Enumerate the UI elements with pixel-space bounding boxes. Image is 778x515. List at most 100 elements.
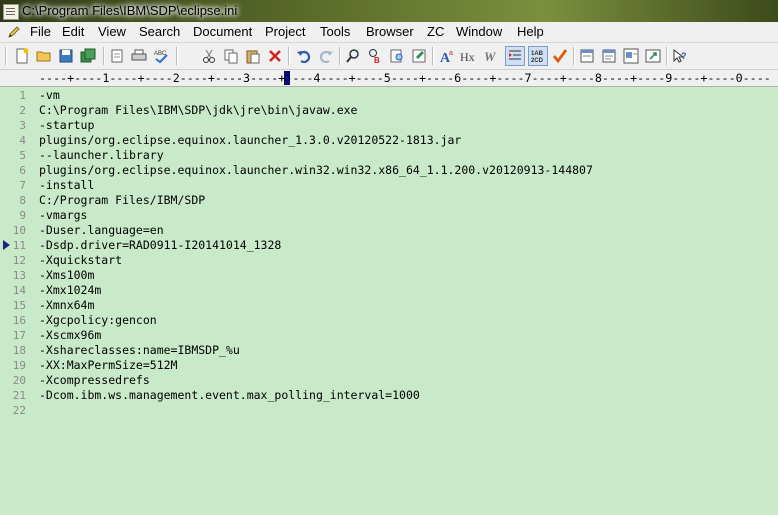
menu-zc[interactable]: ZC (427, 24, 444, 39)
svg-text:1AB: 1AB (531, 51, 544, 57)
line-number: 19 (12, 359, 26, 372)
window-icon[interactable] (578, 47, 596, 65)
line-number: 4 (19, 134, 26, 147)
editor-line[interactable]: -XX:MaxPermSize=512M (39, 358, 177, 373)
current-line-marker-icon (3, 240, 10, 250)
toolbar-separator (432, 47, 434, 65)
find-icon[interactable] (344, 47, 362, 65)
toolbar-separator (5, 47, 7, 65)
line-number: 15 (12, 299, 26, 312)
paste-icon[interactable] (244, 47, 262, 65)
editor-line[interactable]: --launcher.library (39, 148, 164, 163)
sort-icon[interactable]: 1AB 2CD (528, 46, 548, 66)
line-number: 1 (19, 89, 26, 102)
clear-icon[interactable] (410, 47, 428, 65)
print-icon[interactable] (130, 47, 148, 65)
font-icon[interactable]: Aa (438, 47, 456, 65)
menu-browser[interactable]: Browser (366, 24, 414, 39)
window-title: C:\Program Files\IBM\SDP\eclipse.ini (22, 3, 238, 18)
pencil-icon (8, 26, 20, 38)
cascade-icon[interactable] (644, 47, 662, 65)
editor-line[interactable]: -Dsdp.driver=RAD0911-I20141014_1328 (39, 238, 281, 253)
editor-line[interactable]: -vmargs (39, 208, 87, 223)
line-number: 21 (12, 389, 26, 402)
checkmark-icon[interactable] (551, 47, 569, 65)
editor-line[interactable]: -Xshareclasses:name=IBMSDP_%u (39, 343, 240, 358)
menu-search[interactable]: Search (139, 24, 180, 39)
open-folder-icon[interactable] (35, 47, 53, 65)
menu-document[interactable]: Document (193, 24, 252, 39)
menu-project[interactable]: Project (265, 24, 305, 39)
line-number: 22 (12, 404, 26, 417)
editor-line[interactable]: -install (39, 178, 94, 193)
toolbar-separator (573, 47, 575, 65)
line-number: 18 (12, 344, 26, 357)
title-bar: C:\Program Files\IBM\SDP\eclipse.ini (0, 0, 778, 22)
line-number: 3 (19, 119, 26, 132)
editor-line[interactable]: -Xcompressedrefs (39, 373, 150, 388)
menu-edit[interactable]: Edit (62, 24, 84, 39)
svg-text:a: a (449, 50, 453, 57)
ruler-scale: ----+----1----+----2----+----3----+----4… (39, 71, 771, 85)
hex-icon[interactable]: Hx (460, 47, 478, 65)
toolbar-separator (288, 47, 290, 65)
menu-window[interactable]: Window (456, 24, 502, 39)
replace-icon[interactable]: B (366, 47, 384, 65)
svg-text:B: B (374, 56, 380, 64)
redo-icon[interactable] (317, 47, 335, 65)
svg-text:W: W (484, 49, 497, 64)
line-number-gutter: 1 2 3 4 5 6 7 8 9 10 11 12 13 14 15 16 17 18 19 20 21 22 (0, 87, 34, 515)
help-icon[interactable]: ? (671, 47, 689, 65)
editor-line[interactable]: -Xgcpolicy:gencon (39, 313, 157, 328)
line-number: 7 (19, 179, 26, 192)
editor-line[interactable]: -vm (39, 88, 60, 103)
editor-line[interactable]: C:\Program Files\IBM\SDP\jdk\jre\bin\jav… (39, 103, 358, 118)
copy-icon[interactable] (222, 47, 240, 65)
menu-bar: File Edit View Search Document Project T… (0, 22, 778, 43)
editor-line[interactable]: -Xscmx96m (39, 328, 101, 343)
editor-line[interactable]: C:/Program Files/IBM/SDP (39, 193, 205, 208)
editor-line[interactable]: -Duser.language=en (39, 223, 164, 238)
menu-view[interactable]: View (98, 24, 126, 39)
line-number: 13 (12, 269, 26, 282)
word-wrap-icon[interactable]: W (482, 47, 500, 65)
editor-line[interactable]: -Xmx1024m (39, 283, 101, 298)
editor-line[interactable]: -Xmnx64m (39, 298, 94, 313)
line-number: 14 (12, 284, 26, 297)
tile-icon[interactable] (622, 47, 640, 65)
menu-tools[interactable]: Tools (320, 24, 350, 39)
editor-line[interactable]: -Xquickstart (39, 253, 122, 268)
find-in-files-icon[interactable] (388, 47, 406, 65)
editor-line[interactable]: plugins/org.eclipse.equinox.launcher_1.3… (39, 133, 461, 148)
delete-icon[interactable] (266, 47, 284, 65)
line-number: 9 (19, 209, 26, 222)
line-number: 20 (12, 374, 26, 387)
line-number: 2 (19, 104, 26, 117)
toolbar: ABC B Aa Hx W 1AB 2CD ? (0, 43, 778, 70)
editor-line[interactable]: -startup (39, 118, 94, 133)
menu-help[interactable]: Help (517, 24, 544, 39)
browser-icon[interactable] (600, 47, 618, 65)
notepad-app-icon (3, 4, 19, 20)
line-number: 6 (19, 164, 26, 177)
text-editor[interactable]: 1 2 3 4 5 6 7 8 9 10 11 12 13 14 15 16 17 18 19 20 21 22 -vm C… (0, 87, 778, 515)
save-all-icon[interactable] (79, 47, 97, 65)
line-number: 17 (12, 329, 26, 342)
undo-icon[interactable] (295, 47, 313, 65)
line-number: 16 (12, 314, 26, 327)
toolbar-separator (176, 47, 178, 65)
editor-line[interactable]: plugins/org.eclipse.equinox.launcher.win… (39, 163, 593, 178)
indent-icon[interactable] (505, 46, 525, 66)
new-file-icon[interactable] (13, 47, 31, 65)
spellcheck-icon[interactable]: ABC (152, 47, 170, 65)
svg-text:Hx: Hx (460, 50, 475, 64)
toolbar-separator (666, 47, 668, 65)
menu-file[interactable]: File (30, 24, 51, 39)
editor-line[interactable]: -Dcom.ibm.ws.management.event.max_pollin… (39, 388, 420, 403)
svg-text:2CD: 2CD (531, 58, 544, 64)
cut-icon[interactable] (200, 47, 218, 65)
editor-line[interactable]: -Xms100m (39, 268, 94, 283)
toolbar-separator (339, 47, 341, 65)
save-icon[interactable] (57, 47, 75, 65)
print-preview-icon[interactable] (108, 47, 126, 65)
